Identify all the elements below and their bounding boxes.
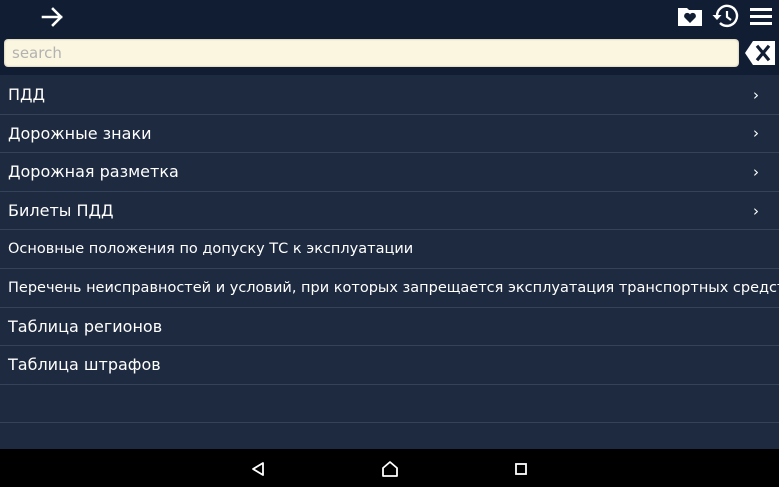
menu-list: ПДД › Дорожные знаки › Дорожная разметка… [0,76,779,424]
system-nav-bar [0,449,779,487]
menu-item-label: Дорожная разметка [8,162,179,182]
menu-item-admission-rules[interactable]: Основные положения по допуску ТС к экспл… [0,230,779,269]
menu-item-road-signs[interactable]: Дорожные знаки › [0,115,779,154]
menu-item-malfunctions-list[interactable]: Перечень неисправностей и условий, при к… [0,269,779,308]
app-screen: ПДД › Дорожные знаки › Дорожная разметка… [0,0,779,487]
forward-button[interactable] [36,3,70,31]
hamburger-menu-icon [750,8,772,25]
chevron-right-icon: › [753,201,759,220]
menu-item-label: Дорожные знаки [8,123,152,143]
chevron-right-icon: › [753,124,759,143]
arrow-right-icon [41,7,63,27]
menu-button[interactable] [745,2,777,30]
menu-item-pdd[interactable]: ПДД › [0,76,779,115]
empty-row [0,385,779,424]
triangle-back-icon [252,462,264,476]
top-bar [0,0,779,75]
menu-item-label: Билеты ПДД [8,201,114,221]
nav-recents-button[interactable] [510,458,532,480]
menu-item-label: Таблица регионов [8,316,163,336]
menu-item-label: Основные положения по допуску ТС к экспл… [8,241,414,258]
chevron-right-icon: › [753,162,759,181]
history-button[interactable] [709,2,741,30]
folder-heart-icon [678,8,702,26]
favorites-button[interactable] [674,2,706,30]
menu-item-exam-tickets[interactable]: Билеты ПДД › [0,192,779,231]
chevron-right-icon: › [753,85,759,104]
menu-item-regions-table[interactable]: Таблица регионов [0,308,779,347]
menu-item-label: Перечень неисправностей и условий, при к… [8,279,779,296]
clear-search-button[interactable] [744,39,776,67]
history-icon [712,4,739,28]
backspace-clear-icon [745,41,775,65]
square-recents-icon [515,463,527,475]
home-icon [382,461,398,477]
nav-back-button[interactable] [247,458,269,480]
menu-item-label: ПДД [8,85,46,105]
search-box [4,39,739,67]
menu-item-road-markings[interactable]: Дорожная разметка › [0,153,779,192]
search-input[interactable] [4,39,739,67]
menu-item-label: Таблица штрафов [8,355,161,375]
menu-item-fines-table[interactable]: Таблица штрафов [0,346,779,385]
nav-home-button[interactable] [379,458,401,480]
